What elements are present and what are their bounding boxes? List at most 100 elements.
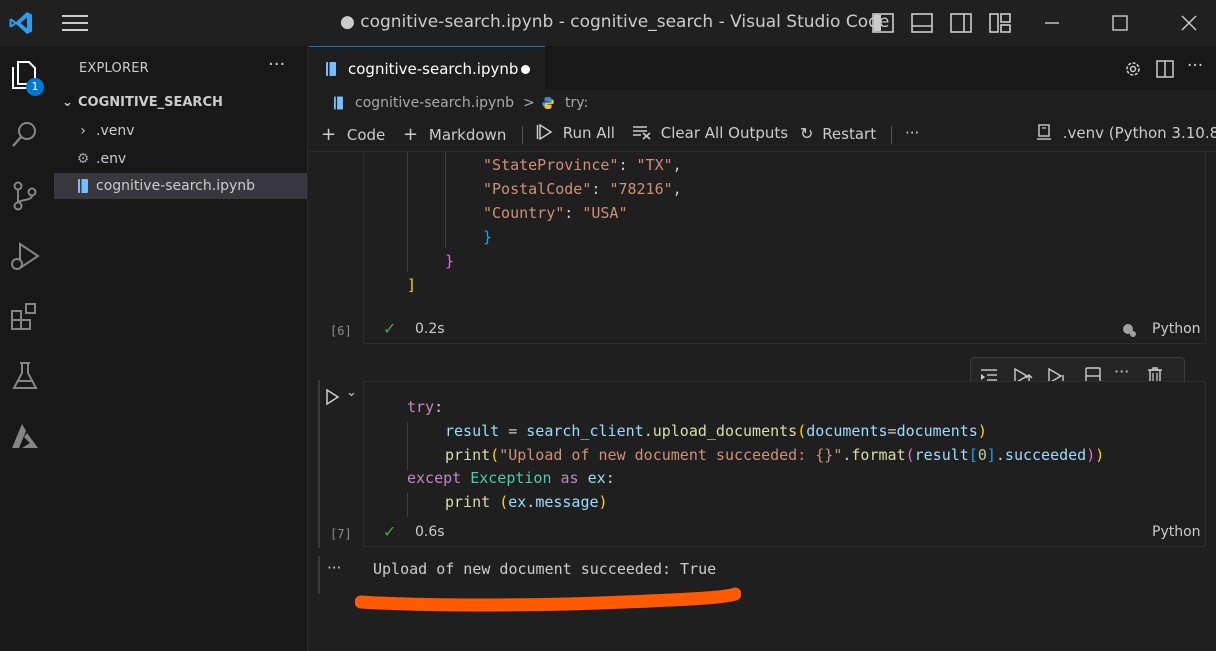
annotation-underline xyxy=(355,587,741,612)
add-code-cell-button[interactable]: + Code xyxy=(321,124,385,145)
sidebar-item-env[interactable]: ⚙ .env xyxy=(54,146,307,172)
chevron-down-icon: ⌄ xyxy=(62,95,73,110)
python-icon xyxy=(542,97,554,109)
notebook-icon xyxy=(326,62,336,76)
cell-focus-bar xyxy=(318,380,320,548)
toggle-panel-icon[interactable] xyxy=(910,12,934,34)
code-line: result = search_client.upload_documents(… xyxy=(445,422,987,440)
tab-label: cognitive-search.ipynb xyxy=(348,60,519,78)
sidebar-item-venv[interactable]: › .venv xyxy=(54,118,307,144)
indent-guide xyxy=(407,152,408,272)
explorer-badge: 1 xyxy=(26,78,44,96)
python-language-icon xyxy=(1123,324,1136,337)
notebook-icon xyxy=(334,96,343,110)
code-brace: } xyxy=(483,228,493,246)
notebook-editor: "StateProvince": "TX", "PostalCode": "78… xyxy=(309,152,1216,651)
toggle-primary-sidebar-icon[interactable] xyxy=(871,12,895,34)
add-markdown-cell-button[interactable]: + Markdown xyxy=(403,124,506,145)
source-control-icon[interactable] xyxy=(8,179,42,213)
run-cell-icon[interactable] xyxy=(323,388,341,406)
folder-label: COGNITIVE_SEARCH xyxy=(78,95,223,110)
code-line: print("Upload of new document succeeded:… xyxy=(445,446,1105,464)
plus-icon: + xyxy=(321,124,337,145)
clear-all-icon xyxy=(633,126,651,140)
azure-icon[interactable] xyxy=(8,419,42,453)
explorer-sidebar: EXPLORER ··· ⌄ COGNITIVE_SEARCH › .venv ⚙… xyxy=(54,46,308,651)
toolbar-divider xyxy=(522,126,523,144)
notebook-toolbar: + Code + Markdown Run All Clear All Outp… xyxy=(309,118,1216,152)
sidebar-title: EXPLORER xyxy=(79,61,149,76)
maximize-icon[interactable] xyxy=(1108,12,1132,34)
toolbar-more-button[interactable]: ··· xyxy=(905,124,919,142)
sidebar-more-button[interactable]: ··· xyxy=(268,54,285,75)
success-check-icon: ✓ xyxy=(383,522,397,541)
code-line: "PostalCode": "78216", xyxy=(483,180,682,198)
clear-all-outputs-button[interactable]: Clear All Outputs xyxy=(632,124,788,142)
unsaved-dot-icon[interactable] xyxy=(521,65,530,74)
gear-icon: ⚙ xyxy=(76,151,90,167)
toggle-secondary-sidebar-icon[interactable] xyxy=(949,12,973,34)
sidebar-item-label: .env xyxy=(96,151,127,167)
cell-language[interactable]: Python xyxy=(1152,524,1201,540)
cell-language[interactable]: Python xyxy=(1152,321,1201,337)
sidebar-item-notebook[interactable]: cognitive-search.ipynb xyxy=(54,173,307,199)
sidebar-item-label: cognitive-search.ipynb xyxy=(96,178,256,194)
kernel-icon xyxy=(1037,124,1051,140)
code-cell-7[interactable] xyxy=(363,381,1206,547)
cell-output: Upload of new document succeeded: True xyxy=(373,560,717,578)
restart-kernel-button[interactable]: ↻ Restart xyxy=(800,124,876,143)
restart-icon: ↻ xyxy=(800,124,814,143)
output-focus-bar xyxy=(318,556,320,594)
code-line: try: xyxy=(407,398,444,416)
minimize-icon[interactable] xyxy=(1040,12,1064,34)
toolbar-divider xyxy=(891,126,892,144)
breadcrumb-symbol[interactable]: try: xyxy=(565,95,588,111)
notebook-icon xyxy=(74,173,92,203)
search-icon[interactable] xyxy=(8,118,42,152)
run-all-button[interactable]: Run All xyxy=(536,123,615,142)
add-markdown-label: Markdown xyxy=(428,126,507,144)
code-line: except Exception as ex: xyxy=(407,469,615,487)
kernel-label: .venv (Python 3.10.8) xyxy=(1062,124,1216,142)
breadcrumb-separator: > xyxy=(523,95,535,111)
title-bar: ● cognitive-search.ipynb - cognitive_sea… xyxy=(0,0,1216,46)
vscode-logo-icon xyxy=(9,12,32,34)
execution-count: [7] xyxy=(330,527,352,541)
run-all-icon xyxy=(536,123,553,141)
output-more-button[interactable]: ··· xyxy=(327,559,341,577)
testing-icon[interactable] xyxy=(8,359,42,393)
code-line: "StateProvince": "TX", xyxy=(483,156,682,174)
success-check-icon: ✓ xyxy=(383,319,397,338)
sidebar-item-label: .venv xyxy=(96,123,135,139)
editor-tab-bar: cognitive-search.ipynb ··· xyxy=(309,46,1216,90)
extensions-icon[interactable] xyxy=(8,299,42,333)
close-icon[interactable] xyxy=(1177,12,1201,34)
indent-guide xyxy=(407,422,408,470)
customize-layout-icon[interactable] xyxy=(988,12,1012,34)
code-bracket: ] xyxy=(407,276,417,294)
tab-cognitive-search[interactable]: cognitive-search.ipynb xyxy=(309,46,545,90)
indent-guide xyxy=(407,493,408,517)
menu-icon[interactable] xyxy=(62,14,88,32)
clear-all-label: Clear All Outputs xyxy=(660,124,789,142)
breadcrumb: cognitive-search.ipynb > try: xyxy=(309,90,1216,118)
run-all-label: Run All xyxy=(562,124,615,142)
execution-count: [6] xyxy=(330,324,352,338)
window-title: ● cognitive-search.ipynb - cognitive_sea… xyxy=(340,12,890,32)
code-line: print (ex.message) xyxy=(445,493,608,511)
split-editor-icon[interactable] xyxy=(1154,58,1176,80)
restart-label: Restart xyxy=(822,125,877,143)
execution-duration: 0.6s xyxy=(415,524,445,540)
more-actions-icon[interactable]: ··· xyxy=(1187,56,1209,78)
kernel-picker[interactable]: .venv (Python 3.10.8) xyxy=(1036,124,1216,142)
run-debug-icon[interactable] xyxy=(8,239,42,273)
workspace-folder[interactable]: ⌄ COGNITIVE_SEARCH xyxy=(62,95,223,110)
run-options-chevron-icon[interactable]: ⌄ xyxy=(346,385,357,400)
add-code-label: Code xyxy=(346,126,386,144)
activity-bar: 1 xyxy=(0,46,54,651)
breadcrumb-file[interactable]: cognitive-search.ipynb xyxy=(355,95,514,111)
plus-icon: + xyxy=(403,124,419,145)
code-brace: } xyxy=(445,252,455,270)
settings-gear-icon[interactable] xyxy=(1122,58,1144,80)
indent-guide xyxy=(445,152,446,248)
